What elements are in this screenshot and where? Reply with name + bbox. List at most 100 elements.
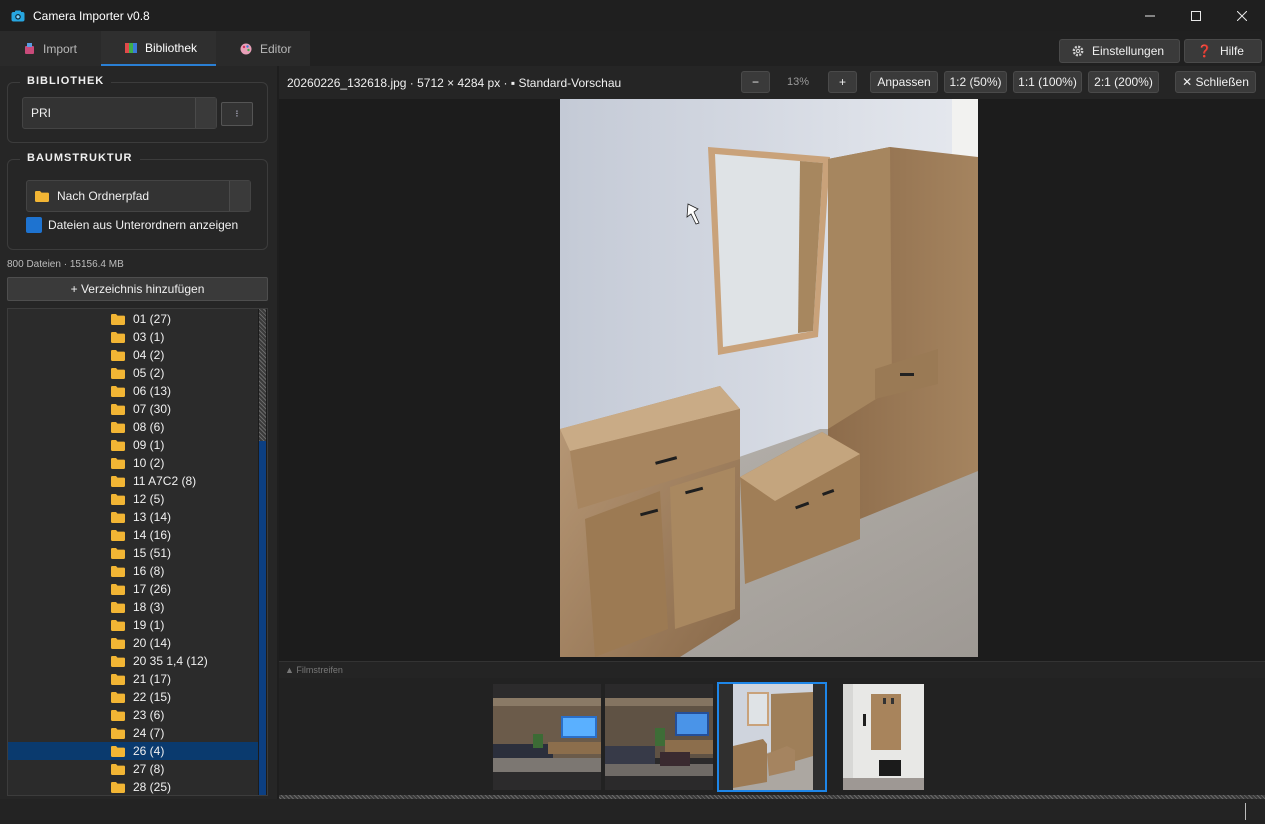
folder-tree-item[interactable]: 23 (6) (8, 706, 258, 724)
folder-tree-item[interactable]: 21 (17) (8, 670, 258, 688)
folder-icon (111, 529, 125, 541)
add-directory-button[interactable]: + Verzeichnis hinzufügen (7, 277, 268, 301)
folder-icon (111, 691, 125, 703)
tab-editor[interactable]: Editor (216, 31, 310, 66)
folder-tree-item-label: 24 (7) (133, 726, 165, 740)
more-options-icon: ⁝ (235, 108, 239, 120)
status-divider (1245, 803, 1246, 820)
import-icon (24, 42, 35, 55)
image-info: 20260226_132618.jpg · 5712 × 4284 px · ▪… (287, 76, 622, 90)
filmstrip-thumbnail[interactable] (843, 684, 924, 790)
folder-tree-item[interactable]: 06 (13) (8, 382, 258, 400)
folder-tree-item-label: 26 (4) (133, 744, 165, 758)
folder-tree-item-label: 08 (6) (133, 420, 165, 434)
folder-icon (111, 493, 125, 505)
folder-tree-item[interactable]: 20 (14) (8, 634, 258, 652)
library-menu-button[interactable]: ⁝ (221, 102, 253, 126)
tree-scrollbar-track[interactable] (259, 309, 266, 441)
folder-tree-item[interactable]: 13 (14) (8, 508, 258, 526)
tree-scrollbar-thumb[interactable] (259, 441, 266, 795)
folder-tree-item-label: 17 (26) (133, 582, 172, 596)
folder-icon (111, 673, 125, 685)
tree-structure-select[interactable]: Nach Ordnerpfad (26, 180, 251, 212)
folder-icon (111, 421, 125, 433)
folder-icon (111, 403, 125, 415)
folder-tree-item[interactable]: 04 (2) (8, 346, 258, 364)
tree-structure-section-label: BAUMSTRUKTUR (20, 152, 140, 164)
folder-icon (111, 655, 125, 667)
folder-tree-item-label: 20 (14) (133, 636, 172, 650)
tab-import[interactable]: Import (0, 31, 101, 66)
tab-editor-label: Editor (260, 41, 292, 56)
zoom-level: 13% (787, 76, 810, 88)
minimize-button[interactable] (1127, 0, 1173, 31)
filmstrip-thumbnail[interactable] (493, 684, 601, 790)
folder-tree-item-label: 12 (5) (133, 492, 165, 506)
folder-icon (111, 763, 125, 775)
photo-area (279, 99, 1265, 660)
folder-tree-item-label: 18 (3) (133, 600, 165, 614)
maximize-button[interactable] (1173, 0, 1219, 31)
folder-tree-item-label: 23 (6) (133, 708, 165, 722)
folder-tree-item[interactable]: 07 (30) (8, 400, 258, 418)
fit-button[interactable]: Anpassen (870, 71, 938, 93)
folder-tree-item[interactable]: 03 (1) (8, 328, 258, 346)
folder-icon (111, 385, 125, 397)
folder-tree-item[interactable]: 20 35 1,4 (12) (8, 652, 258, 670)
settings-button[interactable]: Einstellungen (1059, 39, 1180, 63)
chevron-down-icon (195, 98, 216, 128)
library-select[interactable]: PRI (22, 97, 217, 129)
show-subfolders-label: Dateien aus Unterordnern anzeigen (48, 218, 239, 232)
zoom-200-button[interactable]: 2:1 (200%) (1088, 71, 1159, 93)
filmstrip-thumbnail-selected[interactable] (717, 682, 827, 792)
folder-tree-item[interactable]: 08 (6) (8, 418, 258, 436)
viewer-toolbar: 20260226_132618.jpg · 5712 × 4284 px · ▪… (279, 66, 1265, 99)
folder-tree-item-label: 19 (1) (133, 618, 165, 632)
folder-tree-item[interactable]: 24 (7) (8, 724, 258, 742)
window-title: Camera Importer v0.8 (33, 8, 150, 23)
folder-tree-item[interactable]: 09 (1) (8, 436, 258, 454)
folder-icon (111, 439, 125, 451)
show-subfolders-checkbox[interactable]: Dateien aus Unterordnern anzeigen (26, 217, 238, 233)
folder-tree-item[interactable]: 05 (2) (8, 364, 258, 382)
folder-tree-item[interactable]: 10 (2) (8, 454, 258, 472)
help-button[interactable]: ❓ Hilfe (1184, 39, 1262, 63)
folder-tree-item[interactable]: 22 (15) (8, 688, 258, 706)
folder-tree-item[interactable]: 12 (5) (8, 490, 258, 508)
folder-tree-item[interactable]: 17 (26) (8, 580, 258, 598)
folder-tree-item-label: 15 (51) (133, 546, 172, 560)
folder-tree-item-label: 04 (2) (133, 348, 165, 362)
folder-tree-item[interactable]: 18 (3) (8, 598, 258, 616)
zoom-out-button[interactable]: − (741, 71, 770, 93)
filmstrip-header[interactable]: ▲ Filmstreifen (279, 661, 1265, 678)
folder-tree-item[interactable]: 14 (16) (8, 526, 258, 544)
close-viewer-button[interactable]: ✕ Schließen (1175, 71, 1256, 93)
folder-tree-item[interactable]: 15 (51) (8, 544, 258, 562)
folder-icon (111, 709, 125, 721)
zoom-in-button[interactable]: + (828, 71, 857, 93)
folder-tree-item-label: 09 (1) (133, 438, 165, 452)
folder-tree-item[interactable]: 11 A7C2 (8) (8, 472, 258, 490)
help-label: Hilfe (1219, 44, 1244, 58)
folder-tree-item[interactable]: 19 (1) (8, 616, 258, 634)
folder-tree-item[interactable]: 28 (25) (8, 778, 258, 795)
zoom-100-button[interactable]: 1:1 (100%) (1013, 71, 1082, 93)
folder-tree-item[interactable]: 27 (8) (8, 760, 258, 778)
close-window-button[interactable] (1219, 0, 1265, 31)
zoom-50-button[interactable]: 1:2 (50%) (944, 71, 1007, 93)
gear-icon (1072, 45, 1084, 57)
filmstrip-thumbnail[interactable] (605, 684, 713, 790)
tree-scrollbar[interactable] (258, 309, 267, 795)
folder-icon (111, 457, 125, 469)
folder-icon (111, 601, 125, 613)
folder-tree-item[interactable]: 26 (4) (8, 742, 258, 760)
folder-tree[interactable]: 28 (25) 27 (8) 26 (4) 24 (7) 23 (6) 22 (15) 21… (7, 308, 268, 796)
library-group: BIBLIOTHEK PRI ⁝ (7, 75, 268, 143)
folder-tree-item[interactable]: 01 (27) (8, 310, 258, 328)
checkbox-checked-icon[interactable] (26, 217, 42, 233)
folder-tree-item[interactable]: 16 (8) (8, 562, 258, 580)
folder-icon (111, 637, 125, 649)
tab-bibliothek[interactable]: Bibliothek (101, 31, 216, 66)
tab-bibliothek-label: Bibliothek (145, 40, 198, 55)
folder-tree-item-label: 22 (15) (133, 690, 172, 704)
